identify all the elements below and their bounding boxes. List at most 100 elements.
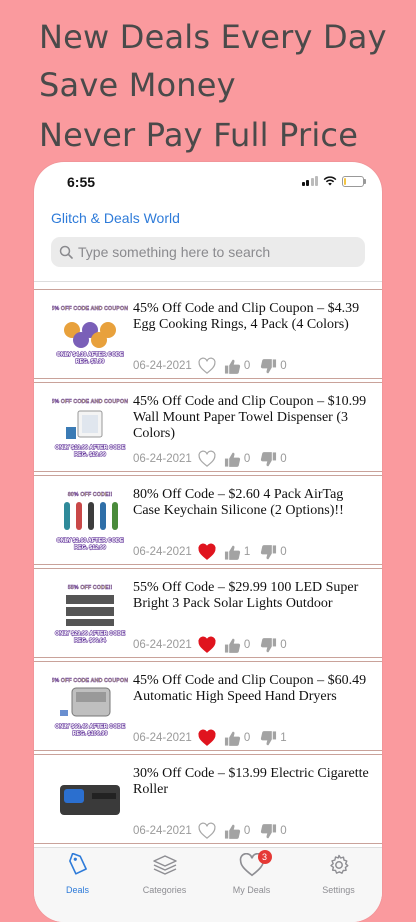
thumbs-down-icon[interactable] — [260, 358, 277, 375]
heart-icon[interactable] — [198, 450, 216, 468]
deal-meta: 06-24-2021 1 0 — [133, 543, 297, 561]
deal-meta: 06-24-2021 0 0 — [133, 357, 297, 375]
thumbs-up-icon[interactable] — [224, 823, 241, 840]
deal-row[interactable]: 55% OFF CODE!! ONLY $29.99 AFTER CODE REG.… — [34, 568, 382, 658]
deal-meta: 06-24-2021 0 0 — [133, 450, 297, 468]
promo-line-3: Never Pay Full Price — [39, 116, 359, 154]
deal-thumbnail[interactable]: 55% OFF CODE!! ONLY $29.99 AFTER CODE REG.… — [52, 581, 128, 645]
thumb-banner-text: 45% OFF CODE AND COUPON!! — [52, 306, 128, 312]
deal-date: 06-24-2021 — [133, 546, 192, 558]
heart-icon[interactable] — [198, 636, 216, 654]
thumbs-up-count: 0 — [243, 732, 251, 744]
thumb-reg-text: REG. $19.99 — [74, 452, 106, 458]
app-title: Glitch & Deals World — [51, 210, 180, 226]
status-icons — [301, 174, 366, 188]
deal-thumbnail[interactable]: 45% OFF CODE AND COUPON!! ONLY $4.39 AFTE… — [52, 302, 128, 366]
promo-line-2: Save Money — [39, 66, 236, 104]
thumbs-down-count: 1 — [280, 732, 287, 744]
thumbs-up-count: 0 — [243, 639, 251, 651]
deal-meta: 06-24-2021 0 0 — [133, 636, 297, 654]
thumb-banner-text: 45% OFF CODE AND COUPON!! — [52, 399, 128, 405]
heart-icon[interactable] — [198, 822, 216, 840]
thumb-reg-text: REG. $66.64 — [74, 638, 107, 644]
thumbs-up-icon[interactable] — [224, 637, 241, 654]
deal-thumbnail[interactable]: 45% OFF CODE AND COUPON!! ONLY $60.49 AFT… — [52, 674, 128, 738]
deal-title[interactable]: 45% Off Code and Clip Coupon – $60.49 Au… — [133, 673, 373, 705]
heart-icon[interactable] — [198, 357, 216, 375]
deal-thumbnail[interactable]: 80% OFF CODE!! ONLY $2.60 AFTER CODE REG. … — [52, 488, 128, 552]
deal-title[interactable]: 45% Off Code and Clip Coupon – $10.99 Wa… — [133, 394, 373, 442]
thumb-reg-text: REG. $109.99 — [73, 731, 108, 737]
heart-icon[interactable] — [198, 543, 216, 561]
thumbs-down-count: 0 — [280, 546, 287, 558]
search-bar[interactable] — [51, 237, 365, 267]
thumb-banner-text: 80% OFF CODE!! — [68, 492, 113, 498]
tab-my-deals[interactable]: 3 My Deals — [208, 848, 295, 922]
signal-icon — [301, 176, 318, 186]
status-time: 6:55 — [67, 174, 96, 190]
phone-screen: 6:55 Glitch & Deals World 45% OFF CODE A… — [34, 162, 382, 922]
deal-row[interactable]: 30% Off Code – $13.99 Electric Cigarette… — [34, 754, 382, 844]
thumb-price-text: ONLY $29.99 AFTER CODE — [55, 631, 125, 637]
gear-icon — [327, 853, 351, 882]
deal-row[interactable]: 45% OFF CODE AND COUPON!! ONLY $4.39 AFTE… — [34, 289, 382, 379]
thumbs-down-icon[interactable] — [260, 544, 277, 561]
deal-date: 06-24-2021 — [133, 825, 192, 837]
thumbs-down-count: 0 — [280, 825, 287, 837]
deal-row[interactable]: 80% OFF CODE!! ONLY $2.60 AFTER CODE REG. … — [34, 475, 382, 565]
tab-label: My Deals — [232, 885, 271, 895]
deal-date: 06-24-2021 — [133, 453, 192, 465]
tab-label: Settings — [322, 885, 355, 895]
tab-badge: 3 — [257, 850, 272, 864]
deal-title[interactable]: 55% Off Code – $29.99 100 LED Super Brig… — [133, 580, 373, 612]
thumbs-down-icon[interactable] — [260, 823, 277, 840]
tab-bar: Deals Categories 3 My Deals Settings — [34, 847, 382, 922]
battery-icon — [342, 175, 366, 187]
deal-list[interactable]: 45% OFF CODE AND COUPON!! ONLY $4.39 AFTE… — [34, 289, 382, 847]
list-divider — [34, 281, 382, 282]
thumb-price-text: ONLY $60.49 AFTER CODE — [55, 724, 125, 730]
deal-date: 06-24-2021 — [133, 639, 192, 651]
thumbs-down-icon[interactable] — [260, 730, 277, 747]
deal-date: 06-24-2021 — [133, 360, 192, 372]
thumbs-up-icon[interactable] — [224, 544, 241, 561]
thumbs-up-count: 0 — [243, 453, 251, 465]
layers-icon — [152, 853, 178, 882]
status-bar: 6:55 — [34, 162, 382, 202]
thumbs-up-count: 1 — [243, 546, 251, 558]
tab-label: Deals — [65, 885, 89, 895]
thumbs-down-count: 0 — [280, 453, 287, 465]
promo-line-1: New Deals Every Day — [39, 18, 387, 56]
thumbs-down-count: 0 — [280, 360, 287, 372]
tab-settings[interactable]: Settings — [295, 848, 382, 922]
thumb-reg-text: REG. $12.99 — [74, 545, 106, 551]
tab-deals[interactable]: Deals — [34, 848, 121, 922]
thumb-banner-text: 45% OFF CODE AND COUPON!! — [52, 678, 128, 684]
deal-row[interactable]: 45% OFF CODE AND COUPON!! ONLY $60.49 AFT… — [34, 661, 382, 751]
deal-title[interactable]: 45% Off Code and Clip Coupon – $4.39 Egg… — [133, 301, 373, 333]
thumb-banner-text: 55% OFF CODE!! — [68, 585, 113, 591]
thumb-price-text: ONLY $10.99 AFTER CODE — [55, 445, 125, 451]
thumbs-up-icon[interactable] — [224, 451, 241, 468]
heart-icon[interactable] — [198, 729, 216, 747]
thumbs-up-count: 0 — [243, 360, 251, 372]
wifi-icon — [323, 176, 337, 186]
tab-categories[interactable]: Categories — [121, 848, 208, 922]
thumb-reg-text: REG. $7.99 — [76, 359, 105, 365]
deal-meta: 06-24-2021 0 1 — [133, 729, 297, 747]
search-input[interactable] — [78, 244, 348, 260]
deal-date: 06-24-2021 — [133, 732, 192, 744]
thumbs-down-icon[interactable] — [260, 637, 277, 654]
tag-icon — [66, 852, 90, 882]
deal-title[interactable]: 30% Off Code – $13.99 Electric Cigarette… — [133, 766, 373, 798]
deal-meta: 06-24-2021 0 0 — [133, 822, 297, 840]
deal-title[interactable]: 80% Off Code – $2.60 4 Pack AirTag Case … — [133, 487, 373, 519]
thumbs-up-icon[interactable] — [224, 358, 241, 375]
thumb-price-text: ONLY $2.60 AFTER CODE — [56, 538, 123, 544]
thumbs-up-icon[interactable] — [224, 730, 241, 747]
deal-row[interactable]: 45% OFF CODE AND COUPON!! ONLY $10.99 AFT… — [34, 382, 382, 472]
thumbs-down-icon[interactable] — [260, 451, 277, 468]
thumb-price-text: ONLY $4.39 AFTER CODE — [56, 352, 123, 358]
deal-thumbnail[interactable]: 45% OFF CODE AND COUPON!! ONLY $10.99 AFT… — [52, 395, 128, 459]
deal-thumbnail[interactable] — [52, 767, 128, 831]
